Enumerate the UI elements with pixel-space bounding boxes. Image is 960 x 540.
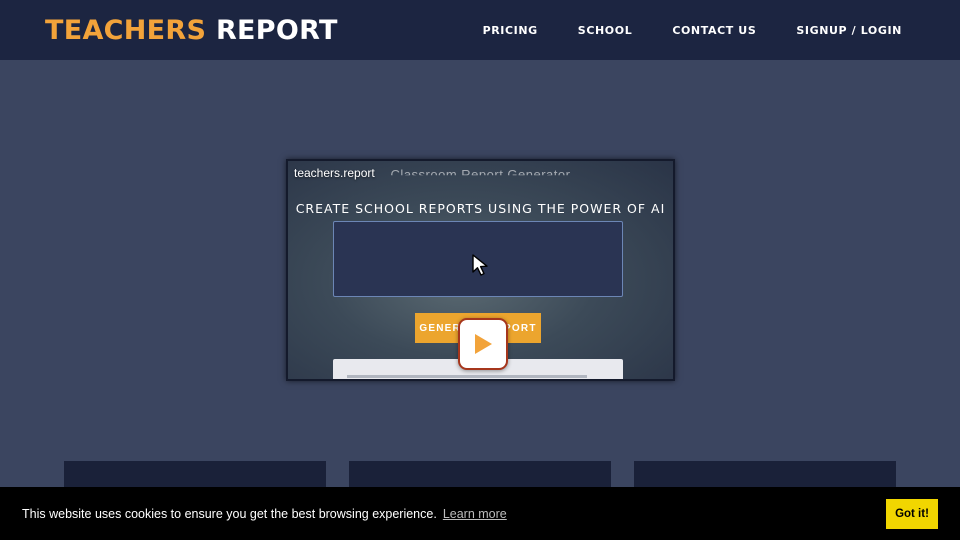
video-textbox <box>333 221 623 297</box>
nav-contact-us[interactable]: CONTACT US <box>672 24 756 37</box>
nav-links: PRICING SCHOOL CONTACT US SIGNUP / LOGIN <box>483 24 902 37</box>
play-button[interactable] <box>458 318 508 370</box>
nav-pricing[interactable]: PRICING <box>483 24 538 37</box>
video-player[interactable]: Classroom Report Generator teachers.repo… <box>286 159 675 381</box>
cookie-banner: This website uses cookies to ensure you … <box>0 487 960 540</box>
brand-part-1: TEACHERS <box>45 14 207 46</box>
navbar: TEACHERS REPORT PRICING SCHOOL CONTACT U… <box>0 0 960 60</box>
brand-part-2: REPORT <box>215 14 338 46</box>
nav-school[interactable]: SCHOOL <box>578 24 633 37</box>
result-text-line <box>347 375 587 378</box>
nav-signup-login[interactable]: SIGNUP / LOGIN <box>796 24 902 37</box>
video-title[interactable]: teachers.report <box>294 166 375 180</box>
brand-logo[interactable]: TEACHERS REPORT <box>45 15 338 46</box>
video-headline: CREATE SCHOOL REPORTS USING THE POWER OF… <box>295 201 666 216</box>
got-it-button[interactable]: Got it! <box>886 498 938 529</box>
play-icon <box>475 334 492 354</box>
cursor-icon <box>472 254 488 276</box>
cookie-message: This website uses cookies to ensure you … <box>22 506 437 521</box>
learn-more-link[interactable]: Learn more <box>443 507 507 521</box>
